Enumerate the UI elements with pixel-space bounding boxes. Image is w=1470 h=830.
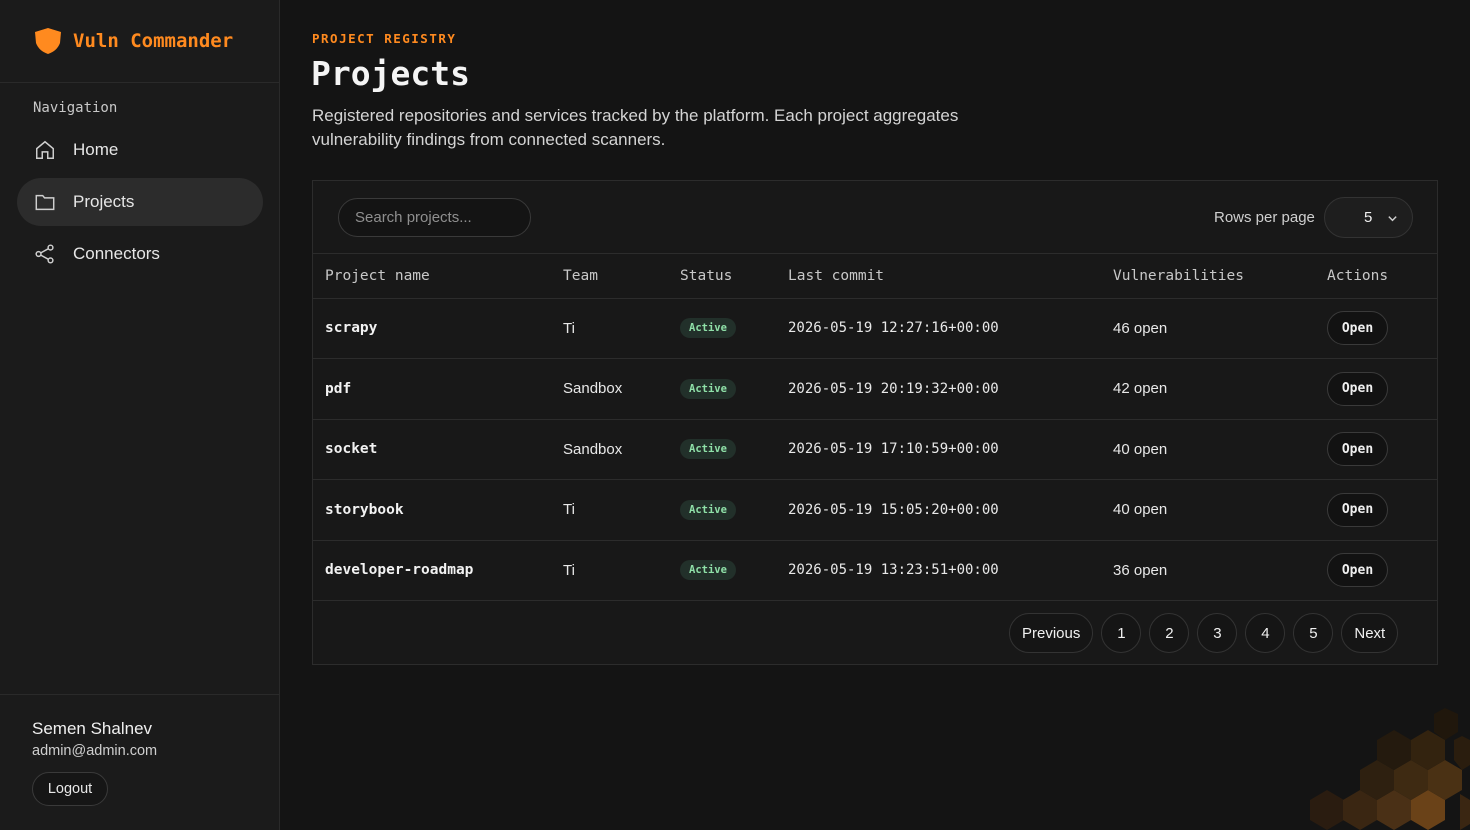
- project-team: Sandbox: [563, 380, 623, 398]
- page-eyebrow: PROJECT REGISTRY: [312, 31, 457, 46]
- projects-table: Project name Team Status Last commit Vul…: [313, 254, 1437, 601]
- project-name: storybook: [325, 501, 404, 518]
- column-header-status[interactable]: Status: [680, 254, 788, 298]
- table-header-row: Project name Team Status Last commit Vul…: [313, 254, 1437, 298]
- project-last-commit: 2026-05-19 12:27:16+00:00: [788, 320, 999, 337]
- table-row[interactable]: socket Sandbox Active 2026-05-19 17:10:5…: [313, 419, 1437, 480]
- table-toolbar: Rows per page 5: [313, 181, 1437, 254]
- rows-per-page-select[interactable]: 5: [1324, 197, 1413, 238]
- table-row[interactable]: storybook Ti Active 2026-05-19 15:05:20+…: [313, 480, 1437, 541]
- sidebar-item-label: Projects: [73, 192, 135, 211]
- project-actions: Open: [1327, 540, 1437, 601]
- brand[interactable]: Vuln Commander: [0, 0, 279, 83]
- project-status: Active: [680, 298, 788, 359]
- status-badge: Active: [680, 318, 736, 339]
- project-vulnerabilities: 40 open: [1113, 501, 1168, 519]
- project-vulnerabilities: 40 open: [1113, 440, 1168, 458]
- project-team: Ti: [563, 319, 575, 337]
- project-status: Active: [680, 359, 788, 420]
- project-last-commit: 2026-05-19 20:19:32+00:00: [788, 380, 999, 397]
- sidebar-item-connectors[interactable]: Connectors: [17, 230, 263, 278]
- sidebar-item-home[interactable]: Home: [17, 126, 263, 174]
- project-actions: Open: [1327, 480, 1437, 541]
- nav-heading: Navigation: [33, 100, 118, 116]
- project-actions: Open: [1327, 298, 1437, 359]
- chevron-down-icon: [1388, 216, 1397, 222]
- user-panel: Semen Shalnev admin@admin.com Logout: [0, 694, 279, 830]
- status-badge: Active: [680, 378, 736, 399]
- sidebar-item-label: Connectors: [73, 244, 160, 263]
- project-vulnerabilities: 46 open: [1113, 319, 1168, 337]
- previous-page-button[interactable]: Previous: [1009, 613, 1094, 653]
- shield-logo-icon: [35, 28, 61, 54]
- status-badge: Active: [680, 439, 736, 460]
- project-status: Active: [680, 540, 788, 601]
- page-button-2[interactable]: 2: [1149, 613, 1190, 653]
- project-last-commit: 2026-05-19 13:23:51+00:00: [788, 562, 999, 579]
- project-team: Ti: [563, 561, 575, 579]
- project-team: Sandbox: [563, 440, 623, 458]
- project-actions: Open: [1327, 359, 1437, 420]
- brand-name: Vuln Commander: [73, 30, 234, 52]
- user-name: Semen Shalnev: [32, 719, 153, 738]
- project-team: Ti: [563, 501, 575, 519]
- open-project-button[interactable]: Open: [1327, 432, 1388, 467]
- page-button-3[interactable]: 3: [1197, 613, 1238, 653]
- table-row[interactable]: pdf Sandbox Active 2026-05-19 20:19:32+0…: [313, 359, 1437, 420]
- project-name: pdf: [325, 380, 352, 397]
- project-name: socket: [325, 441, 378, 458]
- project-name: scrapy: [325, 320, 378, 337]
- column-header-last-commit[interactable]: Last commit: [788, 254, 1113, 298]
- project-last-commit: 2026-05-19 17:10:59+00:00: [788, 441, 999, 458]
- project-status: Active: [680, 480, 788, 541]
- projects-card: Rows per page 5 Project name Team Status…: [312, 180, 1438, 665]
- table-row[interactable]: developer-roadmap Ti Active 2026-05-19 1…: [313, 540, 1437, 601]
- sidebar: Vuln Commander Navigation Home Projects …: [0, 0, 280, 830]
- page-button-5[interactable]: 5: [1293, 613, 1334, 653]
- next-page-button[interactable]: Next: [1341, 613, 1399, 653]
- page-title: Projects: [311, 54, 470, 93]
- column-header-project-name[interactable]: Project name: [313, 254, 563, 298]
- project-name: developer-roadmap: [325, 562, 474, 579]
- page-button-4[interactable]: 4: [1245, 613, 1286, 653]
- sidebar-item-projects[interactable]: Projects: [17, 178, 263, 226]
- search-input[interactable]: [338, 198, 531, 237]
- pagination: Previous 1 2 3 4 5 Next: [1009, 613, 1399, 653]
- project-last-commit: 2026-05-19 15:05:20+00:00: [788, 501, 999, 518]
- column-header-actions: Actions: [1327, 267, 1389, 284]
- rows-per-page-label: Rows per page: [1214, 209, 1315, 226]
- status-badge: Active: [680, 560, 736, 581]
- rows-per-page-value: 5: [1364, 209, 1373, 226]
- project-status: Active: [680, 419, 788, 480]
- page-description: Registered repositories and services tra…: [312, 106, 959, 149]
- status-badge: Active: [680, 499, 736, 520]
- open-project-button[interactable]: Open: [1327, 371, 1388, 406]
- user-email: admin@admin.com: [32, 743, 158, 759]
- share-icon: [35, 244, 54, 264]
- column-header-team[interactable]: Team: [563, 254, 680, 298]
- home-icon: [36, 140, 54, 159]
- project-vulnerabilities: 42 open: [1113, 380, 1168, 398]
- logout-button[interactable]: Logout: [32, 772, 108, 806]
- project-actions: Open: [1327, 419, 1437, 480]
- project-vulnerabilities: 36 open: [1113, 561, 1168, 579]
- page-button-1[interactable]: 1: [1101, 613, 1142, 653]
- column-header-vulnerabilities[interactable]: Vulnerabilities: [1113, 254, 1327, 298]
- sidebar-item-label: Home: [73, 140, 119, 159]
- open-project-button[interactable]: Open: [1327, 311, 1388, 346]
- hexagon-pattern-decoration: [1310, 708, 1470, 830]
- open-project-button[interactable]: Open: [1327, 553, 1388, 588]
- table-row[interactable]: scrapy Ti Active 2026-05-19 12:27:16+00:…: [313, 298, 1437, 359]
- open-project-button[interactable]: Open: [1327, 492, 1388, 527]
- folder-icon: [35, 194, 55, 211]
